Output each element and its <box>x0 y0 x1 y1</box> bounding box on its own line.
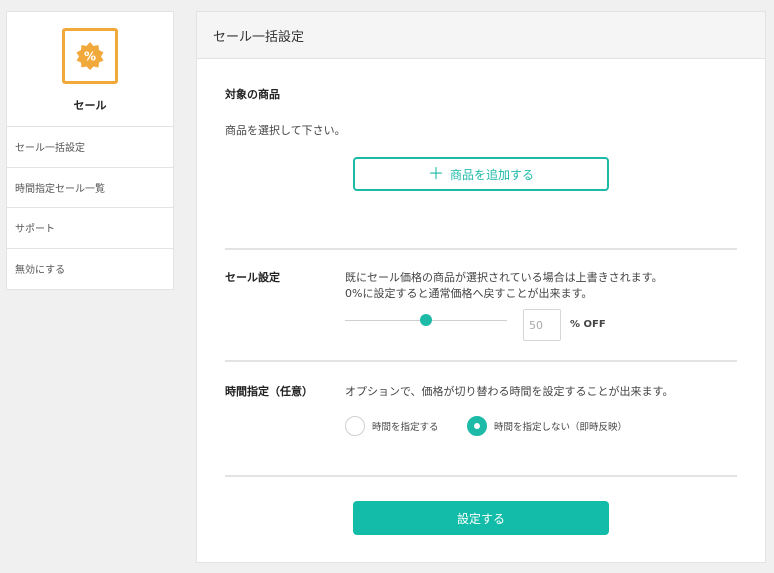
sidebar-item-timed-sale-list[interactable]: 時間指定セール一覧 <box>7 168 173 208</box>
products-heading: 対象の商品 <box>225 88 280 101</box>
add-product-button[interactable]: ＋ 商品を追加する <box>353 157 609 191</box>
percent-badge-icon: % <box>62 28 118 84</box>
discount-slider[interactable] <box>345 314 507 326</box>
sidebar: % セール セール一括設定 時間指定セール一覧 サポート 無効にする <box>6 11 174 290</box>
sale-note-overwrite: 既にセール価格の商品が選択されている場合は上書きされます。 <box>345 271 663 284</box>
radio-label: 時間を指定しない（即時反映） <box>494 422 628 433</box>
time-settings-note: オプションで、価格が切り替わる時間を設定することが出来ます。 <box>345 385 674 398</box>
divider <box>225 248 737 250</box>
sidebar-header: % セール <box>7 12 173 127</box>
slider-thumb[interactable] <box>420 314 432 326</box>
time-settings-heading: 時間指定（任意） <box>225 385 313 398</box>
discount-unit: % OFF <box>570 319 606 330</box>
radio-circle[interactable] <box>345 416 365 436</box>
radio-no-time[interactable]: 時間を指定しない（即時反映） <box>467 416 627 436</box>
products-hint: 商品を選択して下さい。 <box>225 124 346 137</box>
sidebar-item-disable[interactable]: 無効にする <box>7 249 173 290</box>
submit-button[interactable]: 設定する <box>353 501 609 535</box>
add-product-label: 商品を追加する <box>450 167 535 182</box>
svg-text:%: % <box>84 50 96 64</box>
sidebar-item-support[interactable]: サポート <box>7 208 173 249</box>
divider <box>225 475 737 477</box>
divider <box>225 360 737 362</box>
sidebar-item-bulk-sale[interactable]: セール一括設定 <box>7 127 173 168</box>
settings-panel: セール一括設定 対象の商品 商品を選択して下さい。 ＋ 商品を追加する セール設… <box>196 11 766 563</box>
radio-specify-time[interactable]: 時間を指定する <box>345 416 439 436</box>
discount-input[interactable] <box>523 309 561 341</box>
radio-circle-selected[interactable] <box>467 416 487 436</box>
radio-label: 時間を指定する <box>372 422 439 433</box>
panel-title: セール一括設定 <box>197 12 765 59</box>
sale-note-reset: 0%に設定すると通常価格へ戻すことが出来ます。 <box>345 287 593 300</box>
app-name: セール <box>73 99 107 112</box>
sale-settings-heading: セール設定 <box>225 271 280 284</box>
plus-icon: ＋ <box>427 164 444 183</box>
